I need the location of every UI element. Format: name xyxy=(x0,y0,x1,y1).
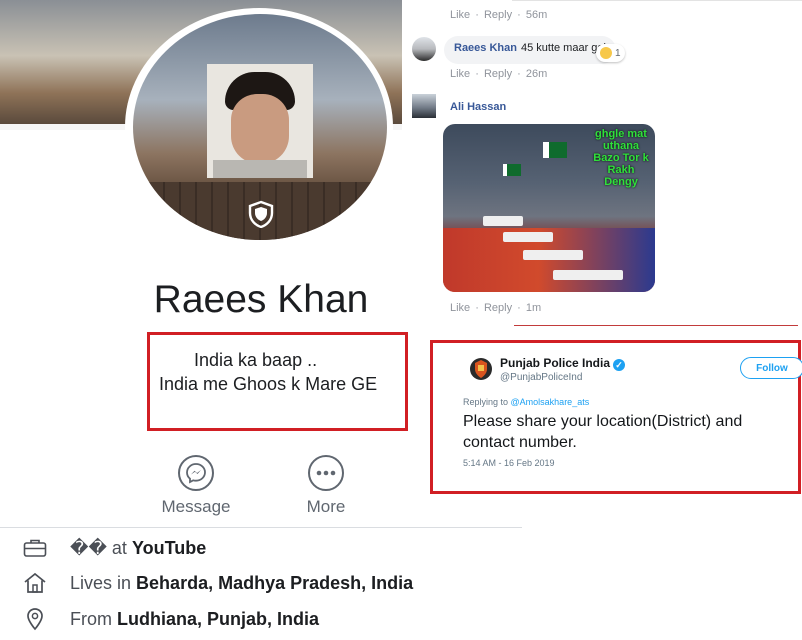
commenter-avatar[interactable] xyxy=(412,37,436,61)
comment-text: 45 kutte maar gai xyxy=(520,42,606,54)
like-link[interactable]: Like xyxy=(450,302,470,314)
profile-photo-shirt xyxy=(213,160,307,178)
commenter-avatar[interactable] xyxy=(412,94,436,118)
meta-separator: · xyxy=(517,9,521,21)
work-place[interactable]: YouTube xyxy=(132,538,206,559)
pakistan-flag-icon xyxy=(503,164,521,176)
meta-separator: · xyxy=(517,68,521,80)
comment-time: 56m xyxy=(525,9,548,21)
lives-place[interactable]: Beharda, Madhya Pradesh, India xyxy=(136,573,413,594)
more-label: More xyxy=(306,497,346,516)
comment-author[interactable]: Ali Hassan xyxy=(450,101,506,113)
work-prefix: �� at xyxy=(70,537,127,558)
replying-mention[interactable]: @Amolsakhare_ats xyxy=(511,397,590,407)
haha-emoji-icon xyxy=(600,47,612,59)
meta-separator: · xyxy=(475,302,479,314)
message-label: Message xyxy=(161,497,231,516)
info-lives: Lives in Beharda, Madhya Pradesh, India xyxy=(22,568,413,598)
tweet-handle[interactable]: @PunjabPoliceInd xyxy=(500,372,582,383)
bio-highlight-box: India ka baap .. India me Ghoos k Mare G… xyxy=(147,332,408,431)
message-button[interactable]: Message xyxy=(151,455,241,517)
comment-image[interactable]: ghgle mat uthana Bazo Tor k Rakh Dengy xyxy=(443,124,655,292)
home-icon xyxy=(22,571,48,595)
like-link[interactable]: Like xyxy=(450,68,470,80)
verified-badge-icon: ✓ xyxy=(613,359,626,371)
coffin-shape xyxy=(503,232,553,242)
coffin-shape xyxy=(523,250,583,260)
comment-time: 1m xyxy=(525,302,542,314)
comment-author[interactable]: Raees Khan xyxy=(454,42,517,54)
like-link[interactable]: Like xyxy=(450,9,470,21)
briefcase-icon xyxy=(22,536,48,560)
tweet-text: Please share your location(District) and… xyxy=(463,413,743,451)
coffin-shape xyxy=(483,216,523,226)
bio-line-2: India me Ghoos k Mare GE xyxy=(159,374,378,394)
reaction-badge[interactable]: 1 xyxy=(596,44,625,62)
more-button[interactable]: More xyxy=(281,455,371,517)
top-rule xyxy=(512,0,802,1)
comment-meta-top: Like · Reply · 56m xyxy=(450,9,549,21)
location-pin-icon xyxy=(22,607,48,631)
section-divider xyxy=(0,527,522,528)
tweet-author-label: Punjab Police India xyxy=(500,356,611,370)
bio-line-1: India ka baap .. xyxy=(194,350,318,370)
comment-meta: Like · Reply · 1m xyxy=(450,302,543,314)
tweet-author-name[interactable]: Punjab Police India ✓ xyxy=(500,356,626,371)
follow-button[interactable]: Follow xyxy=(740,357,802,379)
replying-prefix: Replying to xyxy=(463,397,511,407)
messenger-icon xyxy=(178,455,214,491)
info-work: �� at YouTube xyxy=(22,533,206,563)
separator-line xyxy=(514,325,798,326)
from-prefix: From xyxy=(70,608,112,629)
coffin-shape xyxy=(553,270,623,280)
reply-link[interactable]: Reply xyxy=(484,68,512,80)
tweet-timestamp[interactable]: 5:14 AM - 16 Feb 2019 xyxy=(463,458,555,468)
reply-link[interactable]: Reply xyxy=(484,302,512,314)
meta-separator: · xyxy=(475,68,479,80)
comment-bubble: Raees Khan 45 kutte maar gai xyxy=(444,36,616,64)
replying-to: Replying to @Amolsakhare_ats xyxy=(463,397,589,407)
comment-meta: Like · Reply · 26m xyxy=(450,68,549,80)
meta-separator: · xyxy=(517,302,521,314)
profile-photo-face xyxy=(231,94,289,164)
lives-prefix: Lives in xyxy=(70,572,132,593)
more-dots-icon xyxy=(308,455,344,491)
reaction-count: 1 xyxy=(615,47,621,59)
shield-icon xyxy=(248,200,274,228)
from-place[interactable]: Ludhiana, Punjab, India xyxy=(117,609,319,630)
info-from: From Ludhiana, Punjab, India xyxy=(22,604,319,634)
police-badge-icon[interactable] xyxy=(469,357,493,381)
image-caption: ghgle mat uthana Bazo Tor k Rakh Dengy xyxy=(593,128,649,188)
pakistan-flag-icon xyxy=(543,142,567,158)
comment-time: 26m xyxy=(525,68,548,80)
reply-link[interactable]: Reply xyxy=(484,9,512,21)
meta-separator: · xyxy=(475,9,479,21)
tweet-highlight-box: Punjab Police India ✓ @PunjabPoliceInd Fo… xyxy=(430,340,802,494)
